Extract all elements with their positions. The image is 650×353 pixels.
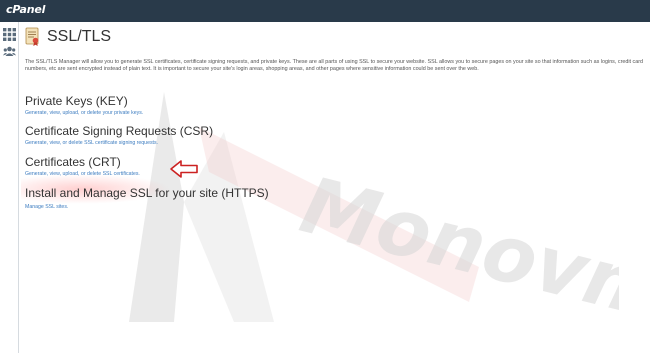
csr-link[interactable]: Certificate Signing Requests (CSR)	[25, 124, 213, 138]
page-title: SSL/TLS	[47, 28, 112, 45]
main-content: Monovm SSL/TLS The SSL/TLS Manager will …	[19, 22, 650, 353]
csr-desc[interactable]: Generate, view, or delete SSL certificat…	[25, 140, 158, 146]
page-description: The SSL/TLS Manager will allow you to ge…	[25, 59, 644, 73]
certificates-desc[interactable]: Generate, view, upload, or delete SSL ce…	[25, 171, 140, 177]
private-keys-desc[interactable]: Generate, view, upload, or delete your p…	[25, 110, 143, 116]
sidebar	[0, 22, 19, 353]
certificate-icon	[25, 27, 39, 46]
top-bar: cPanel	[0, 0, 650, 22]
arrow-left-icon	[170, 160, 198, 178]
install-ssl-desc[interactable]: Manage SSL sites.	[25, 204, 68, 210]
grid-icon[interactable]	[3, 28, 16, 41]
users-icon[interactable]	[3, 45, 16, 58]
private-keys-link[interactable]: Private Keys (KEY)	[25, 94, 128, 108]
install-ssl-link[interactable]: Install and Manage SSL for your site (HT…	[25, 186, 269, 200]
cpanel-logo[interactable]: cPanel	[6, 3, 45, 16]
certificates-link[interactable]: Certificates (CRT)	[25, 155, 121, 169]
watermark-text: Monovm	[292, 161, 619, 338]
